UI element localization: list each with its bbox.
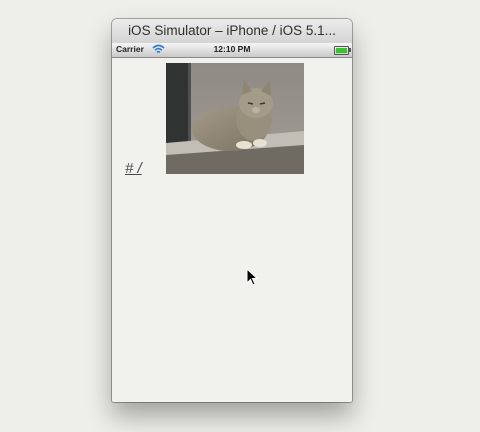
battery-level (336, 48, 347, 53)
status-time: 12:10 PM (213, 44, 251, 54)
simulator-window: iOS Simulator – iPhone / iOS 5.1... Carr… (112, 19, 352, 402)
window-titlebar[interactable]: iOS Simulator – iPhone / iOS 5.1... (112, 19, 352, 44)
cat-photo (166, 63, 304, 174)
battery-icon (334, 46, 349, 55)
hash-link[interactable]: # / (125, 160, 142, 177)
window-title: iOS Simulator – iPhone / iOS 5.1... (128, 23, 336, 38)
battery-nub (349, 48, 351, 52)
webview-content: # / (112, 58, 352, 402)
mouse-pointer-icon (246, 268, 258, 286)
ios-status-bar: Carrier 12:10 PM (112, 43, 352, 58)
